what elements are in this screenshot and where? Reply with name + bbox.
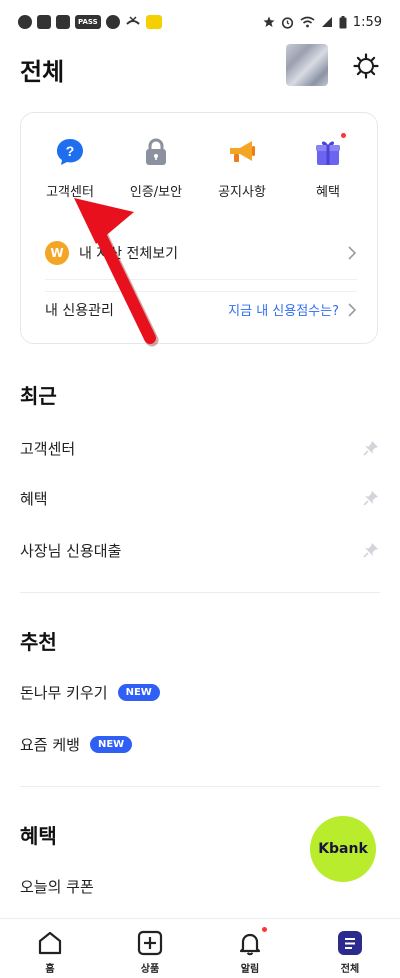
quick-notices[interactable]: 공지사항 (201, 137, 283, 200)
do-not-disturb-icon (18, 15, 32, 29)
recent-item[interactable]: 고객센터 (20, 428, 380, 468)
benefits-item-label: 오늘의 쿠폰 (20, 877, 94, 896)
chevron-right-icon (348, 302, 357, 317)
quick-menu-row: ? 고객센터 인증/보안 공지사항 혜택 (21, 133, 377, 200)
status-bar-notification-icons: PASS (18, 15, 162, 29)
assets-row-label: 내 자산 전체보기 (79, 246, 179, 262)
nav-home[interactable]: 홈 (10, 919, 90, 978)
credit-score-link[interactable]: 지금 내 신용점수는? (228, 300, 339, 319)
gear-icon (353, 53, 379, 79)
chevron-right-icon (348, 246, 357, 260)
recommend-item-label: 돈나무 키우기 (20, 683, 108, 702)
question-bubble-icon: ? (54, 137, 86, 167)
pass-app-icon: PASS (75, 15, 101, 29)
status-bar: PASS 1:59 (0, 0, 400, 44)
quick-label: 인증/보안 (129, 185, 183, 200)
nav-alerts[interactable]: 알림 (210, 919, 290, 978)
recommend-item[interactable]: 돈나무 키우기 NEW (20, 672, 380, 712)
pin-icon[interactable] (362, 489, 380, 507)
signal-icon (321, 17, 332, 27)
kbank-floating-button[interactable]: Kbank (310, 816, 376, 882)
nav-label: 홈 (45, 964, 55, 975)
new-badge: NEW (89, 735, 133, 753)
app-b-icon (56, 15, 70, 29)
megaphone-icon (226, 137, 258, 167)
quick-benefits[interactable]: 혜택 (287, 133, 369, 200)
card-divider (45, 279, 357, 280)
nav-label: 상품 (140, 964, 160, 975)
plus-box-icon (137, 930, 163, 956)
quick-label: 고객센터 (46, 185, 94, 200)
nav-products[interactable]: 상품 (110, 919, 190, 978)
menu-list-icon (338, 931, 362, 955)
credit-row-label: 내 신용관리 (45, 302, 114, 319)
notification-dot (341, 133, 346, 138)
quick-auth-security[interactable]: 인증/보안 (115, 137, 197, 200)
recommend-item[interactable]: 요즘 케뱅 NEW (20, 724, 380, 764)
svg-text:?: ? (66, 143, 75, 159)
quick-menu-card: ? 고객센터 인증/보안 공지사항 혜택 W 내 자산 전체보기 내 신용관리 … (20, 112, 378, 344)
lock-icon (140, 137, 172, 167)
quick-customer-center[interactable]: ? 고객센터 (29, 137, 111, 200)
notification-dot (262, 927, 267, 932)
gift-icon (312, 133, 346, 167)
alarm-icon (281, 16, 293, 29)
nav-label: 전체 (340, 964, 360, 975)
status-bar-system-icons: 1:59 (263, 15, 382, 30)
recent-section-title: 최근 (20, 384, 57, 408)
pin-icon[interactable] (362, 439, 380, 457)
home-icon (38, 931, 62, 955)
battery-icon (339, 15, 347, 28)
recent-item-label: 고객센터 (20, 439, 76, 458)
section-divider (20, 786, 380, 787)
kakao-app-icon (145, 15, 162, 29)
nav-label: 알림 (240, 964, 260, 975)
credit-management-row[interactable]: 내 신용관리 지금 내 신용점수는? (45, 291, 357, 327)
wifi-icon (300, 16, 315, 28)
view-all-assets-row[interactable]: W 내 자산 전체보기 (45, 235, 357, 271)
app-notification-icon (37, 15, 51, 29)
recommend-item-label: 요즘 케뱅 (20, 735, 80, 754)
settings-button[interactable] (352, 52, 380, 80)
star-icon (263, 16, 275, 27)
quick-label: 혜택 (316, 185, 340, 200)
pin-icon[interactable] (362, 541, 380, 559)
recent-item-label: 혜택 (20, 489, 48, 508)
section-divider (20, 592, 380, 593)
status-time: 1:59 (352, 14, 382, 30)
app-c-icon (105, 15, 120, 29)
page-title: 전체 (20, 58, 65, 86)
recommend-section-title: 추천 (20, 630, 57, 654)
benefits-section-title: 혜택 (20, 824, 57, 848)
bell-icon (236, 927, 267, 957)
recent-item-label: 사장님 신용대출 (20, 541, 122, 560)
bottom-navigation: 홈 상품 알림 전체 (0, 918, 400, 978)
nav-all[interactable]: 전체 (310, 919, 390, 978)
profile-avatar[interactable] (286, 44, 328, 86)
missed-call-icon (125, 15, 141, 29)
recent-item[interactable]: 혜택 (20, 478, 380, 518)
new-badge: NEW (117, 683, 160, 701)
recent-item[interactable]: 사장님 신용대출 (20, 530, 380, 570)
won-coin-icon: W (45, 241, 69, 265)
quick-label: 공지사항 (218, 185, 266, 200)
